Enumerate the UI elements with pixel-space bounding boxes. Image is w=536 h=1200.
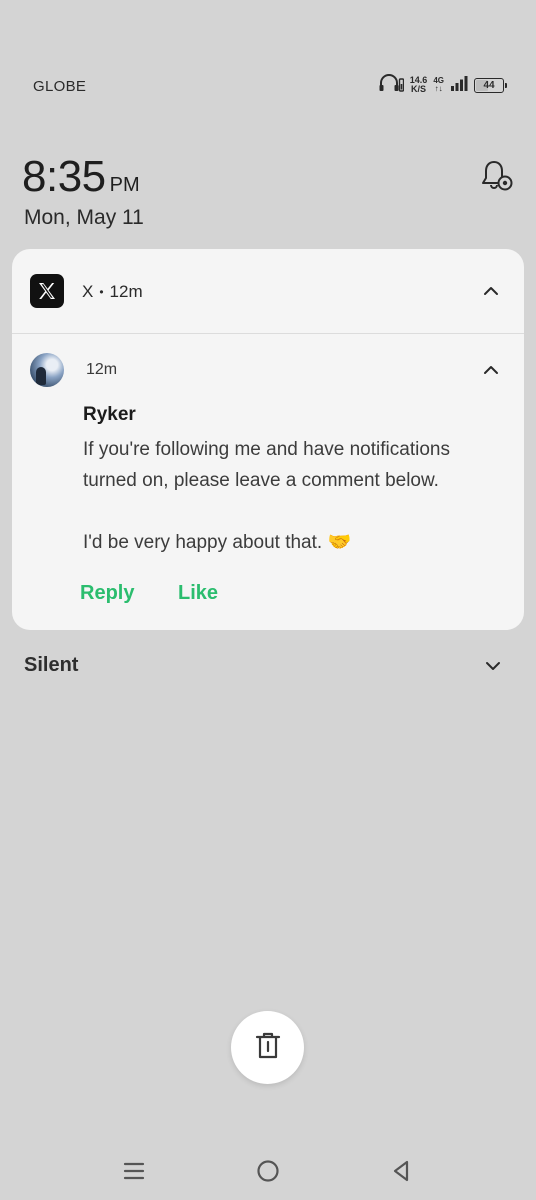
signal-icon [450, 75, 468, 96]
notification-settings-icon[interactable] [478, 158, 514, 194]
message-line: If you're following me and have notifica… [83, 439, 450, 491]
message-time: 12m [86, 361, 118, 378]
collapse-message-chevron-up-icon[interactable] [482, 361, 500, 379]
x-app-icon [30, 274, 64, 308]
reply-button[interactable]: Reply [80, 582, 134, 605]
home-icon[interactable] [253, 1156, 283, 1186]
expand-silent-chevron-down-icon[interactable] [484, 657, 502, 675]
collapse-group-chevron-up-icon[interactable] [482, 282, 500, 300]
avatar-figure [36, 367, 46, 385]
message-line: I'd be very happy about that. 🤝 [83, 532, 352, 553]
clock-ampm: PM [109, 174, 140, 196]
status-icons: 14.6 K/S 4G ↑↓ 44 [378, 72, 507, 98]
menu-icon[interactable] [119, 1156, 149, 1186]
app-time: 12m [109, 282, 143, 301]
separator-dot: • [99, 285, 104, 299]
notification-app-header[interactable]: X • 12m [12, 249, 524, 333]
back-icon[interactable] [386, 1156, 416, 1186]
silent-section-label[interactable]: Silent [24, 654, 78, 677]
headphones-icon [378, 73, 404, 98]
network-type: 4G ↑↓ [433, 77, 444, 93]
avatar [30, 353, 64, 387]
app-name-line: X • 12m [82, 282, 143, 302]
network-activity: ↑↓ [434, 84, 443, 93]
message-body: If you're following me and have notifica… [83, 434, 503, 558]
trash-icon [254, 1030, 282, 1065]
battery-level: 44 [483, 79, 495, 91]
carrier-name: GLOBE [33, 78, 87, 95]
navigation-bar [0, 1140, 536, 1200]
app-name: X [82, 282, 94, 301]
date-label: Mon, May 11 [24, 206, 144, 229]
clock-time: 8:35 [22, 152, 106, 201]
network-speed: 14.6 K/S [410, 76, 428, 94]
like-button[interactable]: Like [178, 582, 218, 605]
notification-card[interactable]: X • 12m 12m Ryker If you're following me… [12, 249, 524, 630]
clear-all-button[interactable] [231, 1011, 304, 1084]
battery-icon: 44 [474, 77, 507, 93]
sender-name: Ryker [83, 404, 136, 425]
network-speed-unit: K/S [411, 84, 427, 94]
clock: 8:35 PM [22, 152, 140, 202]
divider [12, 333, 524, 334]
